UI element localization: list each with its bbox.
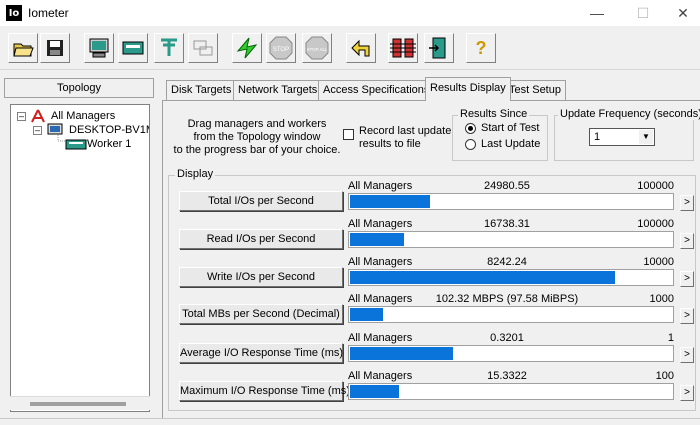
worker-icon xyxy=(65,139,87,150)
help-icon[interactable]: ? xyxy=(466,33,496,63)
next-target-button[interactable]: > xyxy=(680,195,694,211)
toolbar: STOP STOP ALL ? xyxy=(0,26,700,70)
record-results-label: Record last update results to file xyxy=(359,125,452,150)
tab-access-specifications[interactable]: Access Specifications xyxy=(318,80,435,100)
topology-horizontal-scrollbar[interactable] xyxy=(10,396,150,410)
progress-bar-fill xyxy=(350,385,399,398)
exit-icon[interactable] xyxy=(424,33,454,63)
start-of-test-radio[interactable] xyxy=(465,123,476,134)
display-legend: Display xyxy=(175,168,216,180)
new-worker-icon[interactable] xyxy=(118,33,148,63)
bar-max-label: 100000 xyxy=(637,180,674,192)
minimize-button[interactable]: — xyxy=(574,0,620,26)
next-target-button[interactable]: > xyxy=(680,271,694,287)
iometer-app-icon: Io xyxy=(6,5,22,21)
progress-bar xyxy=(348,269,674,286)
chevron-down-icon[interactable]: ▼ xyxy=(639,130,653,144)
metric-value: 0.3201 xyxy=(490,332,524,344)
next-target-button[interactable]: > xyxy=(680,347,694,363)
metric-button[interactable]: Read I/Os per Second xyxy=(179,229,343,249)
title-bar: Io Iometer — ☐ ✕ xyxy=(0,0,700,26)
metric-button[interactable]: Write I/Os per Second xyxy=(179,267,343,287)
next-target-button[interactable]: > xyxy=(680,308,694,324)
metric-value: 8242.24 xyxy=(487,256,527,268)
save-icon[interactable] xyxy=(40,33,70,63)
start-test-icon[interactable] xyxy=(232,33,262,63)
open-icon[interactable] xyxy=(8,33,38,63)
svg-text:STOP: STOP xyxy=(273,47,289,53)
stop-all-icon[interactable]: STOP ALL xyxy=(302,33,332,63)
new-network-worker-icon[interactable] xyxy=(154,33,184,63)
progress-bar-fill xyxy=(350,308,383,321)
next-target-button[interactable]: > xyxy=(680,385,694,401)
next-target-button[interactable]: > xyxy=(680,233,694,249)
tab-disk-targets[interactable]: Disk Targets xyxy=(166,80,237,100)
topology-tree[interactable]: – All Managers – DESKTOP-BV1M0 Worker 1 xyxy=(10,104,150,412)
metric-button[interactable]: Total MBs per Second (Decimal) xyxy=(179,304,343,324)
start-display-icon[interactable] xyxy=(84,33,114,63)
progress-bar xyxy=(348,193,674,210)
record-results-checkbox[interactable] xyxy=(343,129,354,140)
update-frequency-legend: Update Frequency (seconds) xyxy=(558,108,700,120)
duplicate-worker-icon[interactable] xyxy=(188,33,218,63)
progress-bar-fill xyxy=(350,233,404,246)
metric-button[interactable]: Average I/O Response Time (ms) xyxy=(179,343,343,363)
results-since-legend: Results Since xyxy=(458,108,530,120)
bar-max-label: 10000 xyxy=(643,256,674,268)
metric-button[interactable]: Total I/Os per Second xyxy=(179,191,343,211)
all-managers-item[interactable]: All Managers xyxy=(51,110,115,122)
tab-network-targets[interactable]: Network Targets xyxy=(233,80,323,100)
reset-workers-icon[interactable] xyxy=(346,33,376,63)
bar-max-label: 100000 xyxy=(637,218,674,230)
metric-value: 102.32 MBPS (97.58 MiBPS) xyxy=(435,293,579,305)
metric-value: 24980.55 xyxy=(484,180,530,192)
disconnect-icon[interactable] xyxy=(388,33,418,63)
start-of-test-label: Start of Test xyxy=(481,122,540,134)
progress-bar-fill xyxy=(350,195,430,208)
collapse-manager-icon[interactable]: – xyxy=(33,126,42,135)
bar-max-label: 1 xyxy=(667,332,674,344)
metric-value: 16738.31 xyxy=(484,218,530,230)
svg-text:STOP ALL: STOP ALL xyxy=(306,47,328,52)
metric-button[interactable]: Maximum I/O Response Time (ms) xyxy=(179,381,350,401)
progress-bar xyxy=(348,306,674,323)
bar-max-label: 100 xyxy=(655,370,674,382)
last-update-radio[interactable] xyxy=(465,139,476,150)
status-bar xyxy=(0,418,700,425)
stop-icon[interactable]: STOP xyxy=(266,33,296,63)
last-update-label: Last Update xyxy=(481,138,541,150)
topology-header: Topology xyxy=(4,78,154,98)
close-button[interactable]: ✕ xyxy=(660,0,700,26)
all-managers-icon xyxy=(31,109,45,123)
tab-results-display[interactable]: Results Display xyxy=(425,77,511,101)
update-frequency-select[interactable]: 1 ▼ xyxy=(589,128,655,146)
progress-bar-fill xyxy=(350,271,615,284)
progress-bar-fill xyxy=(350,347,453,360)
bar-max-label: 1000 xyxy=(649,293,674,305)
collapse-all-managers-icon[interactable]: – xyxy=(17,112,26,121)
tab-test-setup[interactable]: Test Setup xyxy=(504,80,566,100)
progress-bar xyxy=(348,231,674,248)
manager-item[interactable]: DESKTOP-BV1M0 xyxy=(69,124,149,136)
worker-item[interactable]: Worker 1 xyxy=(87,138,131,150)
drag-instructions: Drag managers and workers from the Topol… xyxy=(173,118,341,156)
update-frequency-value: 1 xyxy=(594,131,601,143)
progress-bar xyxy=(348,345,674,362)
metric-value: 15.3322 xyxy=(487,370,527,382)
progress-bar xyxy=(348,383,674,400)
window-title: Iometer xyxy=(28,6,69,20)
